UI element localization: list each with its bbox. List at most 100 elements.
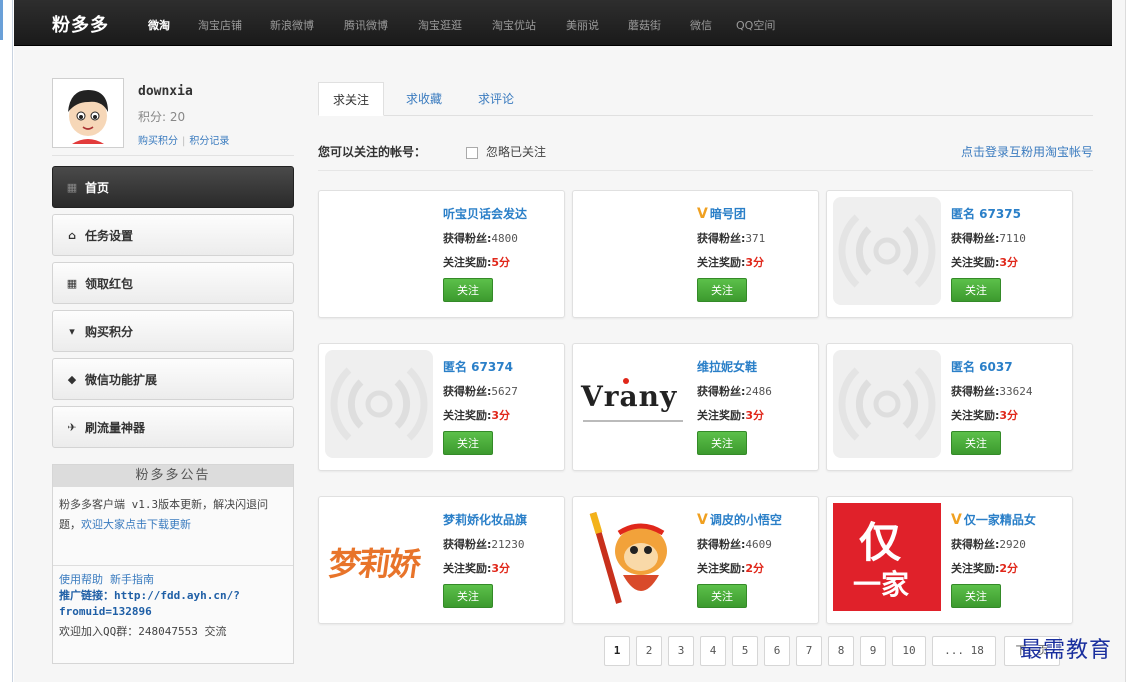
tab-comment[interactable]: 求评论: [464, 82, 528, 116]
fans-value: 4800: [491, 232, 518, 245]
nav-item-weixin[interactable]: 微信: [690, 17, 712, 33]
reward-value: 3分: [491, 562, 511, 575]
nav-item-meilishuo[interactable]: 美丽说: [566, 17, 599, 33]
reward-label: 关注奖励:: [951, 562, 1000, 575]
page-button[interactable]: 4: [700, 636, 726, 666]
menu-item-task-settings[interactable]: ⌂ 任务设置: [52, 214, 294, 256]
follow-button[interactable]: 关注: [697, 278, 747, 302]
reward-value: 2分: [999, 562, 1019, 575]
broadcast-icon: [838, 214, 936, 288]
monkey-king-image[interactable]: [579, 503, 687, 611]
account-card: V 暗号团 获得粉丝:371 关注奖励:3分 关注: [572, 190, 819, 318]
page-button[interactable]: 5: [732, 636, 758, 666]
nav-item-sina-weibo[interactable]: 新浪微博: [270, 17, 314, 33]
help-link[interactable]: 使用帮助: [59, 573, 103, 586]
cart-icon: ▾: [69, 324, 75, 338]
jin-yijia-logo[interactable]: 仅 一家: [833, 503, 941, 611]
follow-button[interactable]: 关注: [443, 584, 493, 608]
login-taobao-link[interactable]: 点击登录互粉用淘宝帐号: [961, 143, 1093, 160]
page-button[interactable]: 8: [828, 636, 854, 666]
nav-item-weitao[interactable]: 微淘: [148, 17, 170, 33]
grid-icon: ▦: [66, 180, 78, 194]
nav-item-taobao-shop[interactable]: 淘宝店铺: [198, 17, 242, 33]
buy-points-link[interactable]: 购买积分: [138, 136, 178, 147]
fans-label: 获得粉丝:: [443, 232, 492, 245]
account-name-link[interactable]: V 仅一家精品女: [951, 511, 1069, 531]
default-avatar-icon[interactable]: [833, 197, 941, 305]
account-name-link[interactable]: V 暗号团: [697, 205, 815, 225]
account-name-link[interactable]: 维拉妮女鞋: [697, 358, 815, 378]
nav-item-taobao-youzhan[interactable]: 淘宝优站: [492, 17, 536, 33]
empty-thumbnail[interactable]: [325, 197, 433, 305]
menu-item-red-packet[interactable]: ▦ 领取红包: [52, 262, 294, 304]
logo-accent: [623, 378, 629, 384]
brand-logo[interactable]: 粉多多: [52, 11, 109, 37]
follow-button[interactable]: 关注: [951, 431, 1001, 455]
page-button[interactable]: 7: [796, 636, 822, 666]
account-name-link[interactable]: V 调皮的小悟空: [697, 511, 815, 531]
follow-reward: 关注奖励:5分: [443, 254, 561, 270]
default-avatar-icon[interactable]: [325, 350, 433, 458]
tab-favorite[interactable]: 求收藏: [392, 82, 456, 116]
mengli-logo[interactable]: 梦莉娇: [325, 503, 433, 611]
fans-count: 获得粉丝:371: [697, 230, 815, 246]
page-button[interactable]: 2: [636, 636, 662, 666]
fans-value: 4609: [745, 538, 772, 551]
follow-button[interactable]: 关注: [951, 584, 1001, 608]
fans-count: 获得粉丝:5627: [443, 383, 561, 399]
qq-group-text: 欢迎加入QQ群：248047553 交流: [59, 625, 227, 638]
menu-item-home[interactable]: ▦ 首页: [52, 166, 294, 208]
points-log-link[interactable]: 积分记录: [189, 136, 229, 147]
fans-count: 获得粉丝:7110: [951, 230, 1069, 246]
account-name-link[interactable]: 听宝贝话会发达: [443, 205, 561, 225]
download-update-link[interactable]: 欢迎大家点击下载更新: [81, 518, 191, 531]
fans-count: 获得粉丝:4800: [443, 230, 561, 246]
menu-item-traffic-tool[interactable]: ✈ 刷流量神器: [52, 406, 294, 448]
gift-icon: ▦: [66, 276, 78, 290]
announcement-panel: 粉多多公告 粉多多客户端 v1.3版本更新，解决闪退问题，欢迎大家点击下载更新 …: [52, 464, 294, 664]
account-name-link[interactable]: 匿名 67375: [951, 205, 1069, 225]
ignore-followed-label[interactable]: 忽略已关注: [486, 143, 546, 160]
nav-item-mogujie[interactable]: 蘑菇街: [628, 17, 661, 33]
nav-item-taobao-guang[interactable]: 淘宝逛逛: [418, 17, 462, 33]
page-button[interactable]: 6: [764, 636, 790, 666]
menu-item-label: 购买积分: [85, 324, 134, 339]
page-button[interactable]: 10: [892, 636, 926, 666]
default-avatar-icon[interactable]: [833, 350, 941, 458]
account-name-link[interactable]: 梦莉娇化妆品旗: [443, 511, 561, 531]
follow-reward: 关注奖励:3分: [443, 407, 561, 423]
reward-value: 3分: [491, 409, 511, 422]
fans-count: 获得粉丝:33624: [951, 383, 1069, 399]
page-button[interactable]: 9: [860, 636, 886, 666]
menu-item-buy-points[interactable]: ▾ 购买积分: [52, 310, 294, 352]
reward-value: 5分: [491, 256, 511, 269]
nav-item-tencent-weibo[interactable]: 腾讯微博: [344, 17, 388, 33]
last-page-button[interactable]: ... 18: [932, 636, 996, 666]
nav-item-qzone[interactable]: QQ空间: [736, 17, 775, 33]
avatar[interactable]: [52, 78, 124, 148]
promo-link[interactable]: 推广链接：http://fdd.ayh.cn/?fromuid=132896: [59, 588, 287, 620]
account-name-link[interactable]: 匿名 67374: [443, 358, 561, 378]
follow-button[interactable]: 关注: [697, 584, 747, 608]
follow-button[interactable]: 关注: [443, 431, 493, 455]
account-name-link[interactable]: 匿名 6037: [951, 358, 1069, 378]
reward-label: 关注奖励:: [697, 409, 746, 422]
announcement-footer: 使用帮助 新手指南 推广链接：http://fdd.ayh.cn/?fromui…: [53, 566, 293, 640]
tab-follow[interactable]: 求关注: [318, 82, 385, 116]
ignore-followed-checkbox[interactable]: [466, 147, 478, 159]
page-button[interactable]: 3: [668, 636, 694, 666]
fans-label: 获得粉丝:: [443, 385, 492, 398]
watermark: 最需教育: [1020, 638, 1113, 663]
follow-button[interactable]: 关注: [443, 278, 493, 302]
vrany-logo[interactable]: Vrany: [579, 350, 687, 458]
account-card: 匿名 6037 获得粉丝:33624 关注奖励:3分 关注: [826, 343, 1073, 471]
fans-label: 获得粉丝:: [951, 232, 1000, 245]
filter-label: 您可以关注的帐号：: [318, 145, 427, 159]
guide-link[interactable]: 新手指南: [110, 573, 154, 586]
empty-thumbnail[interactable]: [579, 197, 687, 305]
menu-item-weixin-extension[interactable]: ◆ 微信功能扩展: [52, 358, 294, 400]
cartoon-boy-icon: [56, 82, 120, 144]
follow-button[interactable]: 关注: [951, 278, 1001, 302]
follow-button[interactable]: 关注: [697, 431, 747, 455]
page-button[interactable]: 1: [604, 636, 630, 666]
